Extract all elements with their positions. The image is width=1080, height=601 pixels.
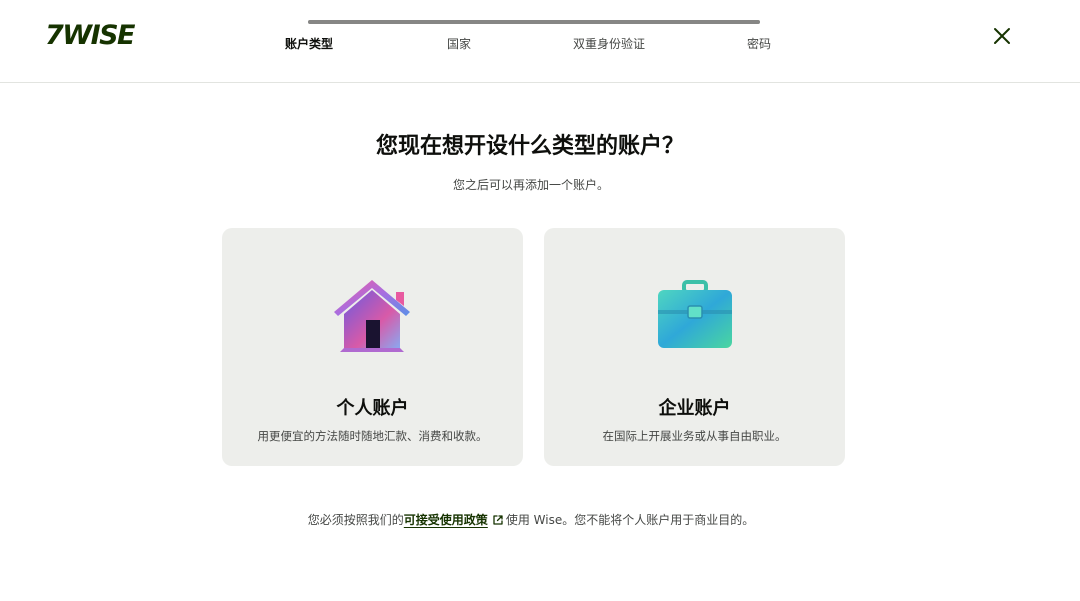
external-link-icon: [493, 515, 503, 525]
page-title: 您现在想开设什么类型的账户？: [375, 134, 684, 159]
stepper-track: [308, 20, 760, 24]
logo-text: 7WISE: [45, 20, 136, 51]
personal-account-card[interactable]: 个人账户 用更便宜的方法随时随地汇款、消费和收款。: [222, 228, 523, 466]
notice-prefix: 您必须按照我们的: [307, 513, 404, 527]
personal-card-title: 个人账户: [336, 398, 409, 419]
notice-suffix: 使用 Wise。您不能将个人账户用于商业目的。: [505, 513, 755, 527]
close-icon: [994, 28, 1010, 44]
top-bar: 7WISE 账户类型 国家 双重身份验证 密码: [0, 0, 1080, 83]
acceptable-use-policy-link[interactable]: 可接受使用政策: [404, 513, 488, 527]
usage-policy-notice: 您必须按照我们的可接受使用政策 使用 Wise。您不能将个人账户用于商业目的。: [0, 511, 1062, 528]
business-account-card[interactable]: 企业账户 在国际上开展业务或从事自由职业。: [544, 228, 845, 466]
step-account-type: 账户类型: [284, 37, 334, 51]
briefcase-icon: [658, 280, 732, 348]
business-card-title: 企业账户: [658, 398, 731, 419]
step-two-factor: 双重身份验证: [572, 37, 646, 51]
personal-card-description: 用更便宜的方法随时随地汇款、消费和收款。: [257, 429, 488, 443]
house-icon: [334, 280, 410, 352]
step-password: 密码: [746, 37, 772, 51]
progress-stepper: 账户类型 国家 双重身份验证 密码: [282, 18, 782, 58]
page-subtitle: 您之后可以再添加一个账户。: [452, 178, 609, 192]
step-country: 国家: [446, 37, 472, 51]
wise-logo[interactable]: 7WISE: [45, 20, 140, 51]
stepper-fill: [308, 20, 760, 24]
business-card-description: 在国际上开展业务或从事自由职业。: [602, 429, 787, 443]
close-button[interactable]: [988, 22, 1016, 50]
